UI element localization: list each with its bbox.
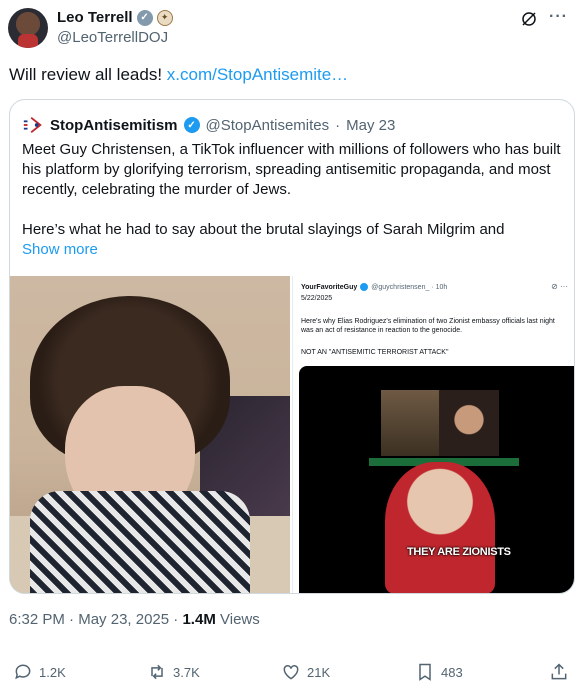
repost-count: 3.7K [173, 664, 200, 680]
grok-icon[interactable] [520, 10, 538, 28]
tweet-body: Will review all leads! [9, 65, 163, 84]
avatar[interactable] [8, 8, 48, 48]
tweet-header: Leo Terrell ✓ ✦ @LeoTerrellDOJ ··· [8, 6, 570, 48]
quote-media: YourFavoriteGuy @guychristensen_ · 10h ⊘… [10, 276, 574, 593]
video-person [385, 462, 495, 593]
verified-icon: ✓ [183, 117, 200, 133]
tweet-link[interactable]: x.com/StopAntisemite… [167, 65, 348, 84]
tweet-date[interactable]: May 23, 2025 [78, 611, 169, 628]
keffiyeh-scarf [30, 491, 250, 593]
verified-icon: ✓ [136, 9, 153, 26]
verified-icon [360, 283, 369, 291]
embedded-date: 5/22/2025 [301, 295, 333, 302]
share-button[interactable] [549, 662, 569, 682]
tweet-time[interactable]: 6:32 PM [9, 611, 65, 628]
video-inset-photo [381, 390, 439, 456]
author-name[interactable]: Leo Terrell [57, 9, 133, 26]
embedded-video: THEY ARE ZIONISTS [299, 366, 574, 593]
quote-date[interactable]: May 23 [346, 117, 395, 134]
quote-header: StopAntisemitism ✓ @StopAntisemites · Ma… [22, 114, 395, 136]
action-bar: 1.2K 3.7K 21K 483 [9, 662, 571, 686]
tweet-text: Will review all leads! x.com/StopAntisem… [9, 64, 348, 86]
separator: · [173, 611, 179, 628]
quote-author-handle[interactable]: @StopAntisemites [206, 117, 330, 134]
stopantisemitism-logo-icon [23, 116, 42, 134]
quote-author-name[interactable]: StopAntisemitism [50, 117, 178, 134]
bookmark-button[interactable]: 483 [415, 662, 463, 682]
embedded-author-name: YourFavoriteGuy [301, 283, 358, 291]
reply-count: 1.2K [39, 664, 66, 680]
media-image-right[interactable]: YourFavoriteGuy @guychristensen_ · 10h ⊘… [292, 276, 574, 593]
tweet-meta: 6:32 PM · May 23, 2025 · 1.4M Views [9, 611, 260, 628]
embedded-header: YourFavoriteGuy @guychristensen_ · 10h [301, 283, 447, 291]
embedded-text: Here's why Elias Rodriguez's elimination… [301, 318, 555, 334]
like-count: 21K [307, 664, 331, 680]
quote-body: Meet Guy Christensen, a TikTok influence… [22, 140, 562, 260]
embedded-caps-text: NOT AN "ANTISEMITIC TERRORIST ATTACK" [301, 349, 449, 356]
author-name-row: Leo Terrell ✓ ✦ [57, 9, 173, 26]
embedded-author-handle: @guychristensen_ · 10h [371, 283, 448, 291]
repost-icon [151, 664, 163, 680]
video-inset-portrait [439, 390, 499, 456]
reply-icon [15, 664, 31, 680]
separator: · [335, 116, 341, 134]
media-image-left[interactable] [10, 276, 290, 593]
views-label: Views [220, 611, 260, 628]
bookmark-count: 483 [441, 664, 463, 680]
video-caption: THEY ARE ZIONISTS [407, 546, 511, 558]
repost-button[interactable]: 3.7K [147, 662, 200, 682]
share-icon [551, 663, 567, 680]
views-count: 1.4M [182, 611, 216, 628]
like-button[interactable]: 21K [281, 662, 330, 682]
author-handle[interactable]: @LeoTerrellDOJ [57, 29, 168, 46]
quoted-tweet[interactable]: StopAntisemitism ✓ @StopAntisemites · Ma… [9, 99, 575, 594]
seal-icon: ✦ [156, 9, 173, 26]
more-icon[interactable]: ··· [549, 8, 568, 26]
quote-paragraph: Here’s what he had to say about the brut… [22, 221, 505, 238]
reply-button[interactable]: 1.2K [13, 662, 66, 682]
separator: · [69, 611, 75, 628]
bookmark-icon [419, 663, 431, 681]
show-more-link[interactable]: Show more [22, 240, 562, 260]
quote-paragraph: Meet Guy Christensen, a TikTok influence… [22, 141, 561, 198]
grok-icon: ⊘ ··· [551, 282, 568, 291]
like-icon [283, 664, 299, 680]
